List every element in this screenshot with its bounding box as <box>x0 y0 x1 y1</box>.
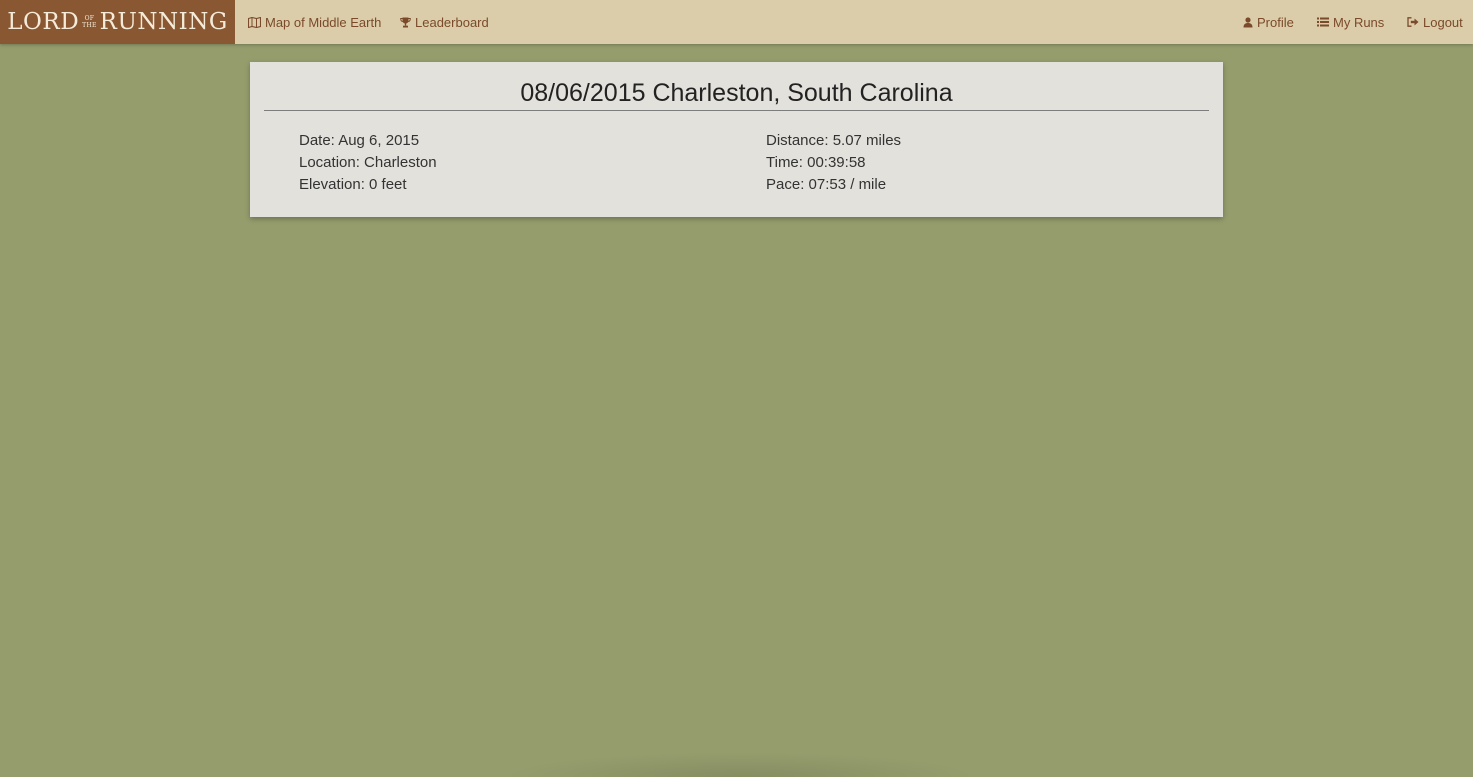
run-pace: Pace: 07:53 / mile <box>766 176 887 193</box>
nav-my-runs[interactable]: My Runs <box>1317 0 1384 44</box>
brand-word-the: THE <box>82 22 97 29</box>
brand-word-lord: LORD <box>7 8 80 35</box>
bottom-shadow-decoration <box>500 752 980 777</box>
logout-icon <box>1407 17 1419 27</box>
run-elevation: Elevation: 0 feet <box>299 176 407 193</box>
nav-map-label: Map of Middle Earth <box>265 14 382 30</box>
run-title: 08/06/2015 Charleston, South Carolina <box>264 76 1209 111</box>
run-detail-card: 08/06/2015 Charleston, South Carolina Da… <box>250 62 1223 217</box>
brand-word-running: RUNNING <box>99 8 228 35</box>
run-date: Date: Aug 6, 2015 <box>299 132 420 149</box>
nav-logout[interactable]: Logout <box>1407 0 1463 44</box>
run-details-right: Distance: 5.07 miles Time: 00:39:58 Pace… <box>766 130 901 196</box>
nav-map-of-middle-earth[interactable]: Map of Middle Earth <box>248 0 381 44</box>
run-details-left: Date: Aug 6, 2015 Location: Charleston E… <box>299 130 437 196</box>
list-icon <box>1317 17 1329 27</box>
user-icon <box>1243 16 1253 28</box>
brand-small-words: OF THE <box>82 15 97 29</box>
brand-word-of: OF <box>84 15 95 22</box>
nav-profile-label: Profile <box>1257 14 1294 30</box>
map-icon <box>248 16 261 28</box>
trophy-icon <box>400 17 411 28</box>
run-time: Time: 00:39:58 <box>766 154 866 171</box>
nav-leaderboard[interactable]: Leaderboard <box>400 0 489 44</box>
nav-profile[interactable]: Profile <box>1243 0 1294 44</box>
nav-leaderboard-label: Leaderboard <box>415 14 489 30</box>
brand-logo[interactable]: LORD OF THE RUNNING <box>0 0 235 44</box>
top-navbar: LORD OF THE RUNNING Map of Middle Earth … <box>0 0 1473 44</box>
run-location: Location: Charleston <box>299 154 437 171</box>
nav-my-runs-label: My Runs <box>1333 14 1385 30</box>
nav-logout-label: Logout <box>1423 14 1463 30</box>
run-distance: Distance: 5.07 miles <box>766 132 902 149</box>
